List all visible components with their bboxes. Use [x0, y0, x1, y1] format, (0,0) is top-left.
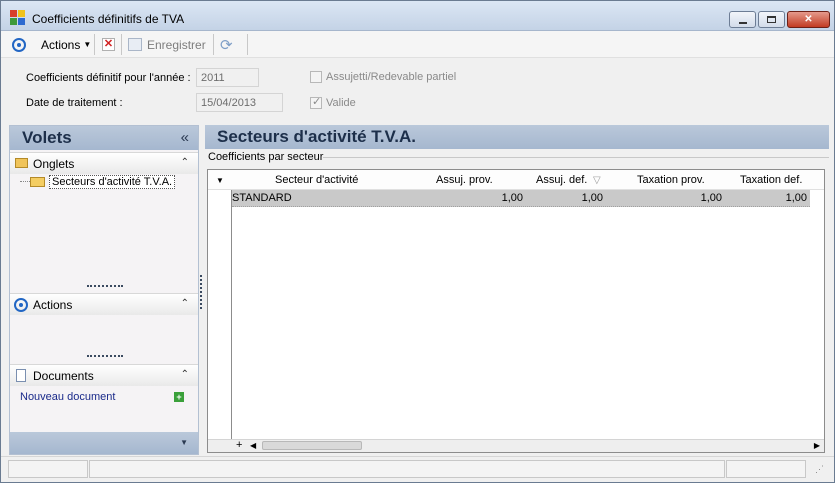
- side-panel-header: Volets «: [10, 126, 198, 150]
- tabs-item[interactable]: Secteurs d'activité T.V.A.: [30, 174, 176, 190]
- app-icon: [10, 10, 26, 26]
- refresh-icon: ⟳: [220, 36, 233, 54]
- collapse-panel-icon[interactable]: «: [181, 129, 189, 146]
- partial-checkbox-label: Assujetti/Redevable partiel: [326, 71, 457, 83]
- valid-checkbox[interactable]: ✓: [310, 96, 322, 109]
- actions-group-title: Actions: [33, 298, 73, 312]
- date-label: Date de traitement :: [26, 97, 123, 109]
- minimize-icon: [738, 21, 747, 24]
- column-chooser-icon[interactable]: ▼: [216, 176, 224, 185]
- add-row-icon[interactable]: +: [236, 439, 242, 451]
- scroll-right-icon[interactable]: ▶: [814, 441, 820, 450]
- close-icon: ✕: [804, 14, 813, 25]
- documents-group-header[interactable]: Documents ⌃: [10, 364, 198, 386]
- save-icon: [128, 38, 142, 51]
- chevron-up-icon: ⌃: [180, 157, 189, 168]
- documents-group-title: Documents: [33, 369, 94, 383]
- scroll-thumb[interactable]: [262, 441, 362, 450]
- caret-down-icon: ▼: [83, 40, 92, 49]
- navigate-button[interactable]: [12, 36, 26, 53]
- cell-tax-def: 1,00: [785, 192, 807, 204]
- cell-tax-prov: 1,00: [700, 192, 722, 204]
- actions-menu-label: Actions: [41, 37, 81, 52]
- content-title: Secteurs d'activité T.V.A.: [217, 127, 417, 146]
- side-panel: Volets « Onglets ⌃ Secteurs d'activité T…: [9, 125, 199, 455]
- partial-checkbox[interactable]: [310, 71, 322, 83]
- status-cell: [89, 460, 725, 478]
- scroll-left-icon[interactable]: ◀: [250, 441, 256, 450]
- side-panel-title: Volets: [22, 128, 72, 147]
- year-label: Coefficients définitif pour l'année :: [26, 72, 191, 84]
- toolbar-separator: [121, 34, 122, 55]
- tabs-group-title: Onglets: [33, 157, 75, 171]
- folder-icon: [15, 158, 28, 168]
- open-folder-icon: [30, 177, 45, 187]
- caret-down-icon[interactable]: ▼: [180, 438, 188, 447]
- target-icon: [14, 298, 28, 312]
- main-window: Coefficients définitifs de TVA ✕ Actions…: [0, 0, 835, 483]
- tabs-item-label: Secteurs d'activité T.V.A.: [49, 175, 176, 189]
- maximize-button[interactable]: [758, 11, 785, 28]
- title-bar[interactable]: Coefficients définitifs de TVA ✕: [1, 1, 834, 31]
- cell-assuj-prov: 1,00: [501, 192, 523, 204]
- window-title: Coefficients définitifs de TVA: [32, 12, 185, 26]
- sectors-grid: ▼ Secteur d'activité Assuj. prov. Assuj.…: [207, 169, 825, 453]
- column-header-sector[interactable]: Secteur d'activité: [275, 174, 358, 186]
- cell-assuj-def: 1,00: [581, 192, 603, 204]
- splitter[interactable]: [200, 275, 202, 309]
- chevron-up-icon: ⌃: [180, 298, 189, 309]
- resize-grip[interactable]: [87, 285, 123, 287]
- column-header-assuj-prov[interactable]: Assuj. prov.: [436, 174, 493, 186]
- sort-icon: ▽: [593, 175, 601, 186]
- delete-button[interactable]: ✕: [102, 36, 115, 53]
- status-bar: ⋰: [1, 456, 834, 482]
- save-button[interactable]: Enregistrer: [128, 36, 206, 53]
- new-document-link[interactable]: Nouveau document: [20, 391, 115, 403]
- close-button[interactable]: ✕: [787, 11, 830, 28]
- column-header-tax-prov[interactable]: Taxation prov.: [637, 174, 705, 186]
- cell-sector: STANDARD: [232, 192, 292, 204]
- chevron-up-icon: ⌃: [180, 369, 189, 380]
- valid-checkbox-label: Valide: [326, 97, 356, 109]
- content-header: Secteurs d'activité T.V.A.: [205, 125, 829, 149]
- status-cell: [8, 460, 88, 478]
- target-icon: [12, 37, 26, 52]
- column-header-assuj-def[interactable]: Assuj. def.: [536, 174, 587, 186]
- toolbar-separator: [247, 34, 248, 55]
- checkmark-icon: ✓: [312, 96, 322, 108]
- actions-menu-button[interactable]: Actions ▼: [41, 36, 91, 53]
- add-icon[interactable]: +: [174, 392, 184, 402]
- grid-header: ▼ Secteur d'activité Assuj. prov. Assuj.…: [208, 170, 824, 190]
- delete-icon: ✕: [102, 38, 115, 51]
- date-field[interactable]: [196, 93, 283, 112]
- actions-group-header[interactable]: Actions ⌃: [10, 293, 198, 315]
- horizontal-scrollbar[interactable]: + ◀ ▶: [208, 439, 824, 452]
- toolbar-separator: [213, 34, 214, 55]
- year-field[interactable]: [196, 68, 259, 87]
- document-icon: [16, 369, 26, 382]
- save-label: Enregistrer: [147, 37, 206, 52]
- maximize-icon: [767, 16, 776, 23]
- group-caption: Coefficients par secteur: [208, 151, 324, 163]
- group-border: [323, 157, 829, 158]
- table-row[interactable]: STANDARD 1,00 1,00 1,00 1,00: [232, 190, 810, 207]
- resize-grip[interactable]: [87, 355, 123, 357]
- resize-grip-icon[interactable]: ⋰: [815, 464, 824, 475]
- refresh-button[interactable]: ⟳: [220, 36, 233, 54]
- column-header-tax-def[interactable]: Taxation def.: [740, 174, 802, 186]
- minimize-button[interactable]: [729, 11, 756, 28]
- status-cell: [726, 460, 806, 478]
- row-header-column: [208, 190, 232, 440]
- tabs-group-header[interactable]: Onglets ⌃: [10, 152, 198, 174]
- toolbar: Actions ▼ ✕ Enregistrer ⟳: [1, 31, 834, 58]
- toolbar-separator: [94, 34, 95, 55]
- side-panel-footer: ▼: [10, 432, 198, 454]
